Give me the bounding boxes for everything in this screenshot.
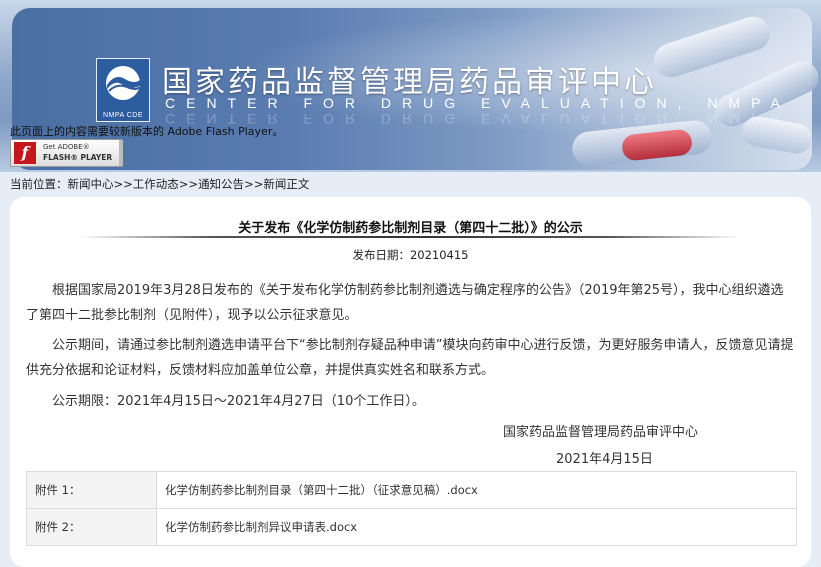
wave-emblem-icon [106,66,141,100]
table-row: 附件 2： 化学仿制药参比制剂异议申请表.docx [26,508,797,546]
flash-button-line1: Get ADOBE® [43,143,90,151]
publish-date-label: 发布日期： [352,248,410,262]
signature-organization: 国家药品监督管理局药品审评中心 [503,425,699,440]
capsule-decoration [649,12,775,82]
breadcrumb-current: 新闻正文 [263,177,310,191]
logo-caption: NMPA CDE [102,112,144,119]
attachment-label: 附件 1： [26,471,157,509]
flash-button-line2: FLASH® PLAYER [43,153,113,162]
publish-date: 发布日期：20210415 [10,247,811,263]
site-title-english: CENTER FOR DRUG EVALUATION, NMPA [165,95,791,111]
flash-logo-icon: f [14,142,36,164]
breadcrumb-news-center[interactable]: 新闻中心 [68,177,114,191]
header-banner: NMPA CDE 国家药品监督管理局药品审评中心 CENTER FOR DRUG… [0,0,821,172]
breadcrumb-prefix: 当前位置： [10,177,68,191]
publish-date-value: 20210415 [409,248,469,262]
flash-button-edge [119,140,123,166]
article-title: 关于发布《化学仿制药参比制剂目录（第四十二批）》的公示 [238,221,583,236]
breadcrumb-separator: >> [178,177,199,191]
article-paragraph: 公示期限：2021年4月15日～2021年4月27日（10个工作日）。 [52,394,425,409]
breadcrumb-notices[interactable]: 通知公告 [198,177,244,191]
article-paragraph: 根据国家局2019年3月28日发布的《关于发布化学仿制药参比制剂遴选与确定程序的… [26,283,784,323]
attachment-label: 附件 2： [26,508,157,546]
table-row: 附件 1： 化学仿制药参比制剂目录（第四十二批）（征求意见稿）.docx [26,471,797,509]
signature-date: 2021年4月15日 [556,452,653,467]
attachment-link[interactable]: 化学仿制药参比制剂异议申请表.docx [156,508,797,546]
attachments-table: 附件 1： 化学仿制药参比制剂目录（第四十二批）（征求意见稿）.docx 附件 … [26,471,797,546]
get-flash-player-button[interactable]: f Get ADOBE® FLASH® PLAYER [10,139,123,167]
title-divider [80,236,740,238]
breadcrumb-work-updates[interactable]: 工作动态 [133,177,179,191]
breadcrumb-separator: >> [113,177,133,191]
breadcrumb-separator: >> [244,177,264,191]
flash-player-notice: 此页面上的内容需要较新版本的 Adobe Flash Player。 [10,125,284,138]
breadcrumb: 当前位置：新闻中心>>工作动态>>通知公告>>新闻正文 [10,176,309,192]
attachment-link[interactable]: 化学仿制药参比制剂目录（第四十二批）（征求意见稿）.docx [156,471,797,509]
article-paragraph: 公示期间，请通过参比制剂遴选申请平台下“参比制剂存疑品种申请”模块向药审中心进行… [26,338,794,378]
cde-logo: NMPA CDE [96,58,150,122]
